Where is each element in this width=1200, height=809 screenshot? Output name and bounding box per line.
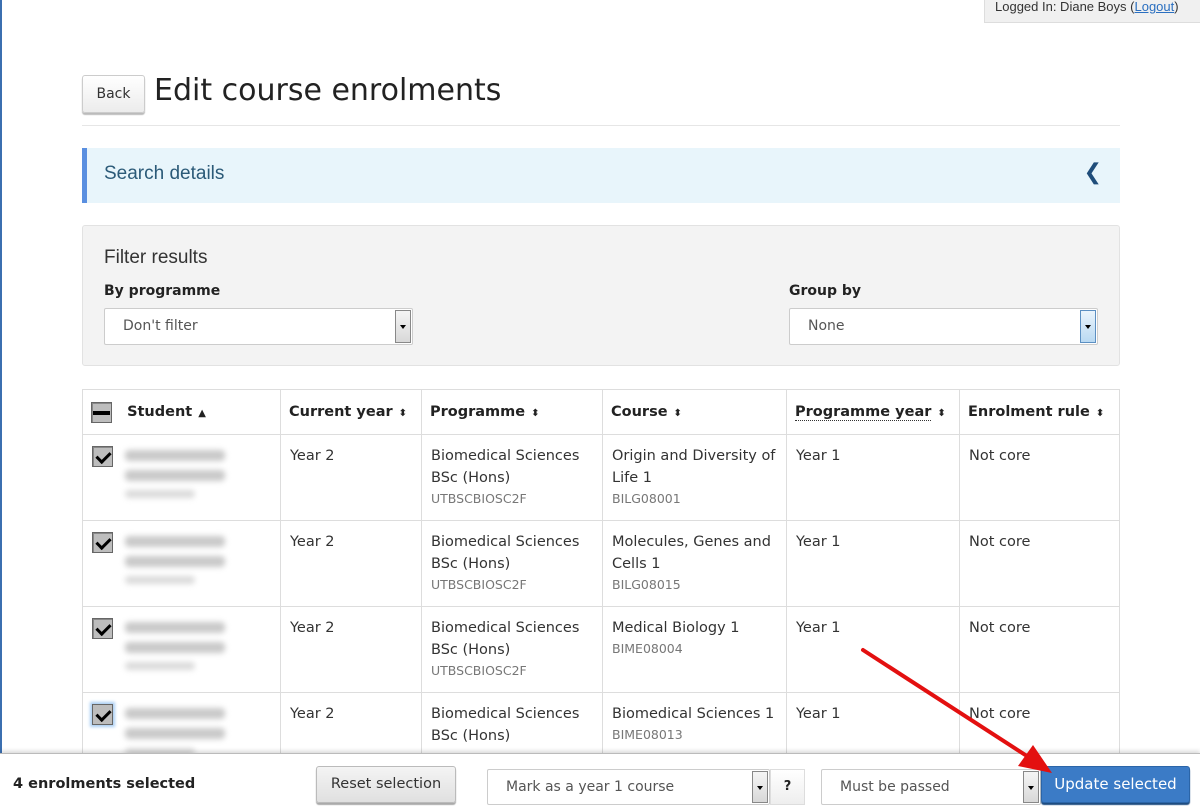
cell-programme-year: Year 1: [786, 434, 960, 521]
cell-current-year: Year 2: [280, 606, 422, 693]
table-row: Year 2 Biomedical Sciences BSc (Hons) UTB…: [82, 606, 1120, 693]
course-name: Molecules, Genes and Cells 1: [612, 534, 771, 572]
row-checkbox[interactable]: [92, 617, 113, 639]
column-header-current-year[interactable]: Current year ⬍: [280, 389, 422, 435]
dropdown-arrow-icon[interactable]: [395, 310, 411, 343]
programme-name: Biomedical Sciences BSc (Hons): [431, 448, 580, 486]
sort-ascending-icon: ▲: [198, 408, 206, 419]
filter-title: Filter results: [104, 247, 208, 268]
group-by-label: Group by: [789, 283, 862, 299]
update-selected-button[interactable]: Update selected: [1041, 766, 1190, 803]
cell-course: Medical Biology 1 BIME08004: [602, 606, 787, 693]
course-code: BILG08001: [612, 491, 681, 506]
programme-code: UTBSCBIOSC2F: [431, 577, 527, 592]
filter-results-panel: Filter results By programme Don't filter…: [82, 225, 1120, 366]
by-programme-select[interactable]: Don't filter: [104, 308, 413, 345]
rule-select-value: Must be passed: [840, 779, 950, 795]
column-label: Programme year: [795, 404, 932, 421]
action-select-value: Mark as a year 1 course: [506, 779, 675, 795]
select-all-checkbox[interactable]: [91, 401, 112, 423]
by-programme-value: Don't filter: [123, 318, 198, 334]
sort-icon: ⬍: [673, 408, 682, 419]
course-code: BIME08004: [612, 641, 683, 656]
student-name-redacted: [125, 531, 225, 593]
enrolments-table: Student ▲ Current year ⬍ Programme ⬍ Course…: [82, 389, 1120, 779]
dropdown-arrow-icon[interactable]: [1080, 310, 1096, 343]
cell-programme: Biomedical Sciences BSc (Hons) UTBSCBIOSC…: [421, 606, 603, 693]
search-details-panel[interactable]: Search details ❮: [82, 148, 1120, 203]
page-header: Back Edit course enrolments: [82, 73, 1120, 126]
page-title: Edit course enrolments: [154, 73, 502, 108]
dropdown-arrow-icon[interactable]: [1023, 771, 1039, 803]
column-label: Current year: [289, 404, 393, 420]
course-code: BILG08015: [612, 577, 681, 592]
window-edge: [0, 0, 2, 809]
group-by-select[interactable]: None: [789, 308, 1098, 345]
search-details-title: Search details: [104, 163, 225, 184]
course-name: Origin and Diversity of Life 1: [612, 448, 776, 486]
programme-code: UTBSCBIOSC2F: [431, 491, 527, 506]
programme-name: Biomedical Sciences BSc (Hons): [431, 534, 580, 572]
programme-code: UTBSCBIOSC2F: [431, 663, 527, 678]
column-header-programme-year[interactable]: Programme year ⬍: [786, 389, 960, 435]
column-header-course[interactable]: Course ⬍: [602, 389, 787, 435]
column-header-programme[interactable]: Programme ⬍: [421, 389, 603, 435]
action-select[interactable]: Mark as a year 1 course: [487, 769, 770, 805]
help-button[interactable]: ?: [770, 769, 805, 805]
cell-course: Origin and Diversity of Life 1 BILG08001: [602, 434, 787, 521]
student-name-redacted: [125, 617, 225, 679]
group-by-value: None: [808, 318, 845, 334]
programme-name: Biomedical Sciences BSc (Hons): [431, 620, 580, 658]
bulk-action-bar: 4 enrolments selected Reset selection Ma…: [0, 753, 1200, 809]
course-name: Medical Biology 1: [612, 620, 740, 636]
column-header-student[interactable]: Student ▲: [82, 389, 281, 435]
login-status: Logged In: Diane Boys (Logout): [984, 0, 1200, 23]
enrolment-rule-select[interactable]: Must be passed: [821, 769, 1041, 805]
logout-link[interactable]: Logout: [1134, 0, 1174, 14]
cell-current-year: Year 2: [280, 520, 422, 607]
row-checkbox[interactable]: [92, 703, 113, 725]
programme-name: Biomedical Sciences BSc (Hons): [431, 706, 580, 744]
cell-enrolment-rule: Not core: [959, 520, 1120, 607]
column-label: Course: [611, 404, 668, 420]
sort-icon: ⬍: [531, 408, 540, 419]
course-code: BIME08013: [612, 727, 683, 742]
table-header-row: Student ▲ Current year ⬍ Programme ⬍ Course…: [82, 389, 1120, 435]
row-checkbox[interactable]: [92, 445, 113, 467]
table-row: Year 2 Biomedical Sciences BSc (Hons) UTB…: [82, 434, 1120, 521]
cell-current-year: Year 2: [280, 434, 422, 521]
column-header-enrolment-rule[interactable]: Enrolment rule ⬍: [959, 389, 1120, 435]
column-label: Student: [127, 404, 193, 420]
cell-student: [82, 434, 281, 521]
cell-student: [82, 606, 281, 693]
cell-programme-year: Year 1: [786, 606, 960, 693]
column-label: Programme: [430, 404, 526, 420]
by-programme-label: By programme: [104, 283, 221, 299]
reset-selection-button[interactable]: Reset selection: [316, 766, 456, 803]
back-button[interactable]: Back: [82, 75, 145, 113]
student-name-redacted: [125, 445, 225, 507]
row-checkbox[interactable]: [92, 531, 113, 553]
selection-count: 4 enrolments selected: [13, 776, 196, 792]
cell-student: [82, 520, 281, 607]
sort-icon: ⬍: [398, 408, 408, 419]
cell-course: Molecules, Genes and Cells 1 BILG08015: [602, 520, 787, 607]
cell-enrolment-rule: Not core: [959, 606, 1120, 693]
cell-enrolment-rule: Not core: [959, 434, 1120, 521]
login-text: Logged In: Diane Boys (: [995, 0, 1135, 14]
sort-icon: ⬍: [1095, 408, 1105, 419]
cell-programme: Biomedical Sciences BSc (Hons) UTBSCBIOSC…: [421, 434, 603, 521]
table-row: Year 2 Biomedical Sciences BSc (Hons) UTB…: [82, 520, 1120, 607]
sort-icon: ⬍: [937, 408, 946, 419]
course-name: Biomedical Sciences 1: [612, 706, 775, 722]
cell-programme-year: Year 1: [786, 520, 960, 607]
login-text-suffix: ): [1174, 0, 1179, 14]
column-label: Enrolment rule: [968, 404, 1090, 420]
cell-programme: Biomedical Sciences BSc (Hons) UTBSCBIOSC…: [421, 520, 603, 607]
chevron-left-icon[interactable]: ❮: [1084, 160, 1102, 185]
dropdown-arrow-icon[interactable]: [752, 771, 768, 803]
